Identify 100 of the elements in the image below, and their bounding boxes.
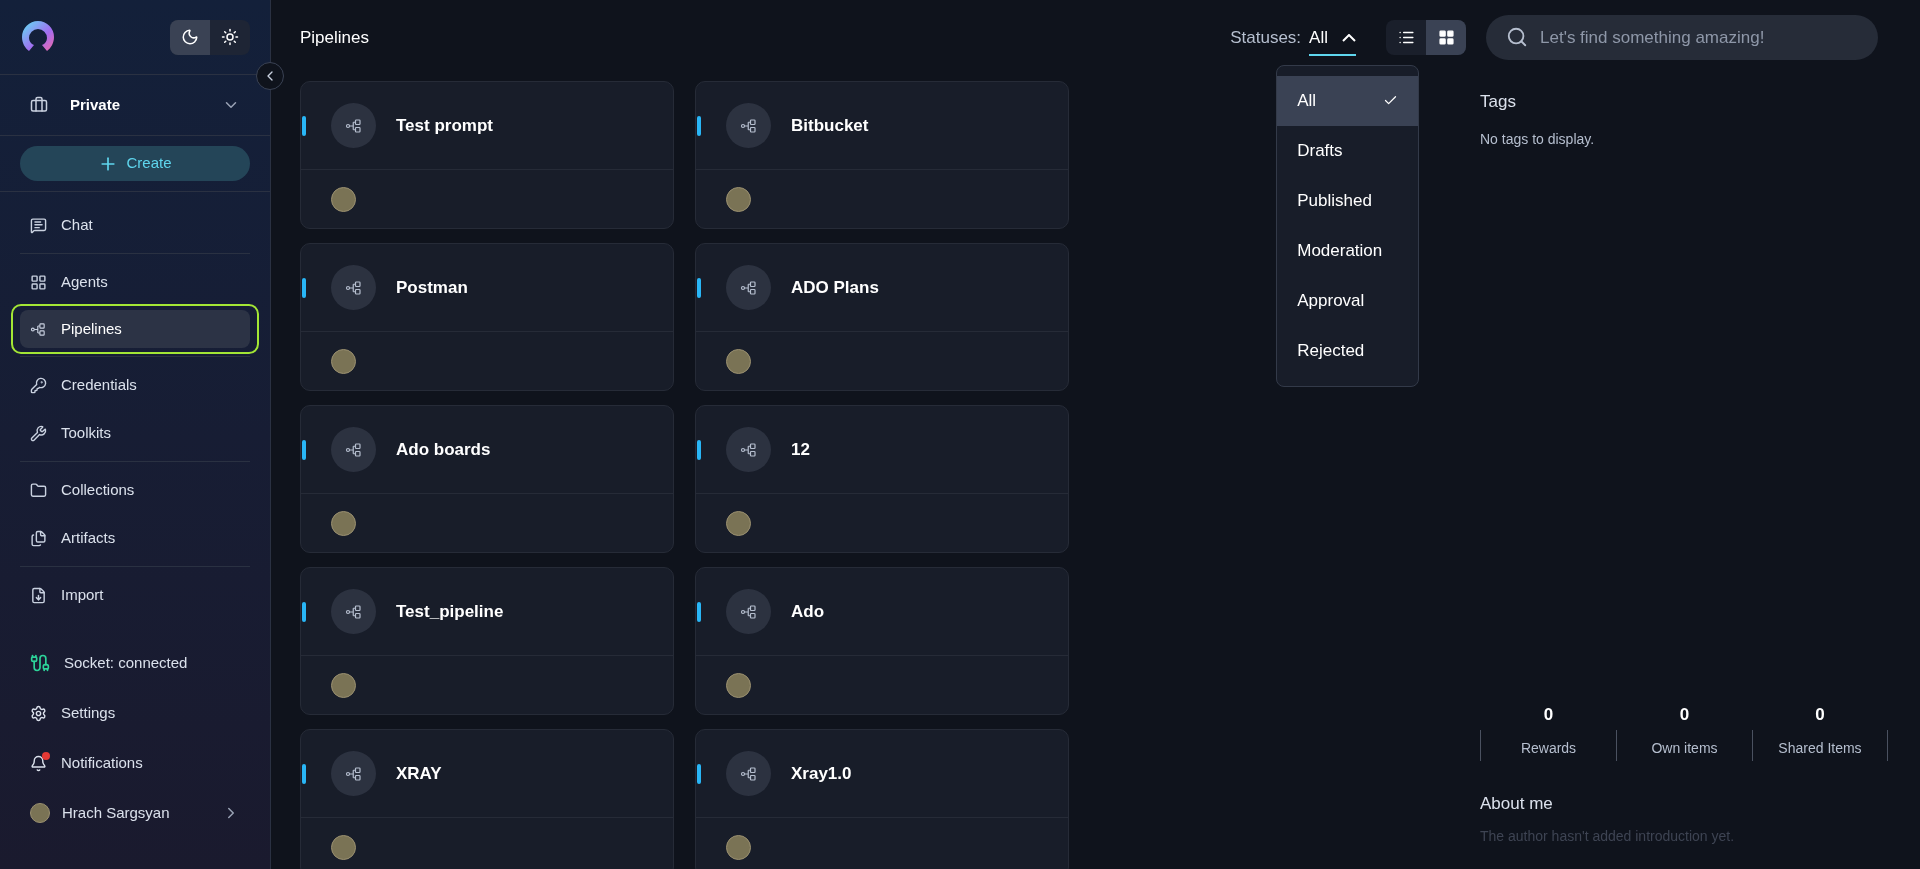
moon-icon — [181, 28, 199, 46]
card-title: ADO Plans — [791, 276, 879, 299]
avatar — [726, 672, 751, 698]
pipeline-icon — [739, 440, 758, 459]
pipeline-card[interactable]: Bitbucket — [695, 81, 1069, 229]
card-accent — [697, 602, 701, 622]
card-title: Xray1.0 — [791, 762, 852, 785]
nav-item[interactable]: Settings — [20, 693, 250, 733]
status-option[interactable]: All — [1277, 75, 1419, 126]
pipeline-card[interactable]: Test prompt — [300, 81, 674, 229]
pipeline-icon — [739, 116, 758, 135]
collapse-sidebar-button[interactable] — [256, 62, 284, 90]
no-tags-text: No tags to display. — [1480, 129, 1596, 149]
card-title: Test prompt — [396, 114, 493, 137]
nav-item[interactable]: Chat — [20, 201, 250, 249]
pipeline-icon — [739, 764, 758, 783]
pipeline-icon — [344, 278, 363, 297]
card-title: Test_pipeline — [396, 600, 504, 623]
chat-icon — [30, 216, 47, 234]
pipeline-card[interactable]: Ado — [695, 567, 1069, 715]
pipeline-icon — [344, 440, 363, 459]
stat-value: 0 — [1815, 704, 1825, 726]
status-option[interactable]: Rejected — [1277, 325, 1419, 376]
sun-icon — [221, 28, 239, 46]
nav-item[interactable]: Notifications — [20, 743, 250, 783]
grid-view-button[interactable] — [1426, 20, 1466, 55]
pipeline-icon — [739, 278, 758, 297]
card-accent — [697, 278, 701, 298]
pipeline-icon — [344, 116, 363, 135]
chevron-up-icon — [1342, 33, 1356, 42]
avatar — [331, 834, 356, 860]
list-icon — [1397, 29, 1415, 46]
page-title: Pipelines — [300, 26, 370, 49]
grid-icon — [1437, 29, 1455, 46]
bell-icon — [30, 754, 47, 772]
pipeline-card[interactable]: ADO Plans — [695, 243, 1069, 391]
nav-item[interactable]: Agents — [20, 258, 250, 306]
card-accent — [302, 116, 306, 136]
dark-mode-button[interactable] — [170, 19, 210, 55]
card-title: 12 — [791, 438, 810, 461]
status-dropdown[interactable]: All — [1309, 18, 1356, 57]
avatar — [726, 510, 751, 536]
card-title: Ado — [791, 600, 825, 623]
status-option[interactable]: Approval — [1277, 275, 1419, 326]
nav-item[interactable]: Artifacts — [20, 514, 250, 562]
card-accent — [302, 440, 306, 460]
avatar — [30, 803, 50, 823]
key-icon — [30, 376, 47, 394]
card-accent — [302, 764, 306, 784]
status-option[interactable]: Moderation — [1277, 225, 1419, 276]
folder-icon — [30, 481, 47, 499]
wrench-icon — [30, 424, 47, 442]
pipeline-icon — [739, 602, 758, 621]
stat-label: Rewards — [1520, 738, 1577, 758]
create-button[interactable]: Create — [20, 146, 250, 181]
card-accent — [697, 440, 701, 460]
nav-item[interactable]: Import — [20, 571, 250, 619]
pipeline-card[interactable]: Postman — [300, 243, 674, 391]
card-title: XRAY — [396, 762, 442, 785]
nav-item[interactable]: Pipelines — [20, 310, 250, 348]
tags-title: Tags — [1480, 91, 1517, 113]
pipeline-icon — [30, 320, 47, 338]
socket-status: Socket: connected — [20, 643, 250, 683]
pipeline-icon — [344, 602, 363, 621]
user-menu[interactable]: Hrach Sargsyan — [20, 793, 250, 833]
stat-label: Own items — [1651, 738, 1718, 758]
pipeline-card[interactable]: XRAY — [300, 729, 674, 869]
pipeline-icon — [344, 764, 363, 783]
avatar — [331, 186, 356, 212]
status-option[interactable]: Drafts — [1277, 125, 1419, 176]
card-accent — [302, 278, 306, 298]
grid-icon — [30, 273, 47, 291]
stat-label: Shared Items — [1778, 738, 1862, 758]
files-icon — [30, 529, 47, 547]
stat-value: 0 — [1679, 704, 1690, 726]
card-title: Postman — [396, 276, 468, 299]
settings-icon — [30, 704, 47, 722]
about-title: About me — [1480, 792, 1554, 815]
stat-value: 0 — [1543, 704, 1554, 726]
statuses-label: Statuses: — [1230, 26, 1302, 49]
search-field[interactable]: Let's find something amazing! — [1486, 15, 1878, 60]
pipeline-card[interactable]: Xray1.0 — [695, 729, 1069, 869]
cable-icon — [30, 653, 50, 673]
pipeline-card[interactable]: 12 — [695, 405, 1069, 553]
pipeline-card[interactable]: Test_pipeline — [300, 567, 674, 715]
nav-item[interactable]: Toolkits — [20, 409, 250, 457]
card-title: Ado boards — [396, 438, 491, 461]
card-accent — [697, 764, 701, 784]
avatar — [726, 186, 751, 212]
nav-item[interactable]: Collections — [20, 466, 250, 514]
avatar — [331, 672, 356, 698]
status-option[interactable]: Published — [1277, 175, 1419, 226]
workspace-selector[interactable]: Private — [0, 75, 270, 136]
avatar — [331, 348, 356, 374]
nav-item[interactable]: Credentials — [20, 361, 250, 409]
avatar — [726, 348, 751, 374]
pipeline-card[interactable]: Ado boards — [300, 405, 674, 553]
card-accent — [697, 116, 701, 136]
card-title: Bitbucket — [791, 114, 869, 137]
avatar — [331, 510, 356, 536]
